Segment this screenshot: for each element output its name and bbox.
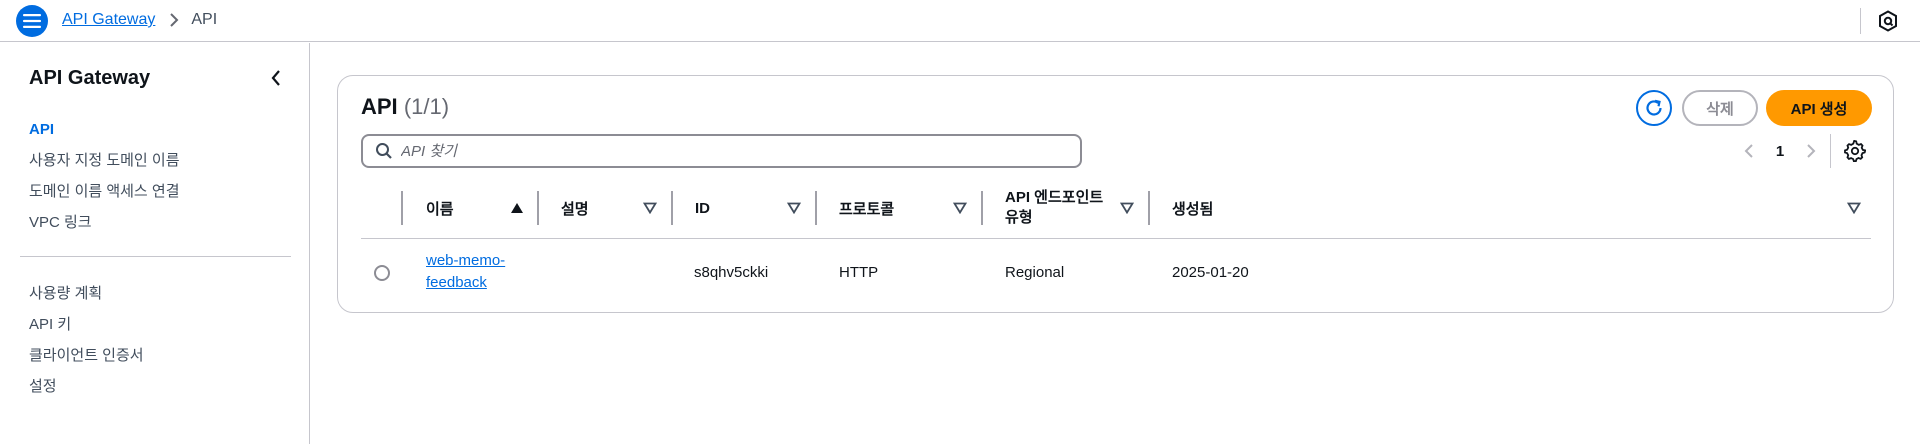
column-header-endpoint-type[interactable]: API 엔드포인트 유형 [1005, 177, 1115, 239]
row-select-radio[interactable] [374, 265, 390, 281]
item-count: (1/1) [403, 94, 450, 119]
top-navigation-bar: API Gateway API [0, 0, 1920, 42]
create-api-button[interactable]: API 생성 [1766, 90, 1872, 126]
hamburger-menu-icon[interactable] [16, 5, 48, 37]
notifications-hex-icon[interactable] [1876, 9, 1900, 33]
page-title-text: API [361, 94, 398, 119]
pagination: 1 [1738, 136, 1822, 166]
sidebar-item-settings[interactable]: 설정 [29, 371, 144, 402]
delete-button[interactable]: 삭제 [1682, 90, 1758, 126]
sidebar-item-vpc-links[interactable]: VPC 링크 [29, 207, 180, 238]
sidebar-item-client-certificates[interactable]: 클라이언트 인증서 [29, 340, 144, 371]
chevron-left-icon[interactable] [1738, 140, 1760, 162]
column-separator [1148, 191, 1150, 225]
column-separator [537, 191, 539, 225]
refresh-button[interactable] [1636, 90, 1672, 126]
api-table-container: API (1/1) 삭제 API 생성 1 [337, 75, 1894, 313]
column-header-id[interactable]: ID [695, 177, 710, 239]
sort-unsorted-icon[interactable] [787, 201, 801, 215]
sidebar-divider [20, 256, 291, 257]
column-separator [671, 191, 673, 225]
sidebar-title: API Gateway [29, 67, 151, 89]
chevron-right-icon [169, 13, 179, 27]
table-header: 이름 설명 ID 프로토콜 API 엔드포인트 유형 생성됨 [361, 177, 1871, 239]
sidebar-item-custom-domain-names[interactable]: 사용자 지정 도메인 이름 [29, 145, 180, 176]
sort-unsorted-icon[interactable] [643, 201, 657, 215]
sidebar-item-domain-name-access-associations[interactable]: 도메인 이름 액세스 연결 [29, 176, 180, 207]
sidebar: API Gateway API 사용자 지정 도메인 이름 도메인 이름 액세스… [0, 43, 310, 444]
sidebar-nav-primary: API 사용자 지정 도메인 이름 도메인 이름 액세스 연결 VPC 링크 [29, 114, 180, 238]
breadcrumb: API Gateway API [62, 11, 217, 29]
gear-icon[interactable] [1843, 139, 1867, 163]
column-separator [401, 191, 403, 225]
column-header-name[interactable]: 이름 [426, 177, 454, 239]
sort-unsorted-icon[interactable] [1847, 201, 1861, 215]
chevron-right-icon[interactable] [1800, 140, 1822, 162]
cell-protocol: HTTP [839, 263, 879, 281]
divider [1830, 134, 1831, 168]
sort-unsorted-icon[interactable] [1120, 201, 1134, 215]
sort-ascending-icon[interactable] [510, 201, 524, 215]
sort-unsorted-icon[interactable] [953, 201, 967, 215]
cell-endpoint-type: Regional [1005, 263, 1065, 281]
column-header-description[interactable]: 설명 [561, 177, 589, 239]
breadcrumb-current-api: API [191, 11, 218, 28]
api-name-link[interactable]: web-memo- [426, 250, 505, 272]
page-title: API (1/1) [361, 94, 449, 120]
cell-id: s8qhv5ckki [694, 263, 769, 281]
table-row[interactable]: web-memo- feedback s8qhv5ckki HTTP Regio… [361, 239, 1871, 305]
column-header-protocol[interactable]: 프로토콜 [839, 177, 894, 239]
search-box [361, 134, 1082, 168]
refresh-icon [1646, 99, 1662, 116]
sidebar-item-api[interactable]: API [29, 114, 180, 145]
breadcrumb-link-api-gateway[interactable]: API Gateway [62, 11, 155, 29]
column-separator [815, 191, 817, 225]
sidebar-item-usage-plans[interactable]: 사용량 계획 [29, 278, 144, 309]
sidebar-item-api-keys[interactable]: API 키 [29, 309, 144, 340]
api-name-link[interactable]: feedback [426, 272, 487, 294]
column-separator [981, 191, 983, 225]
search-input[interactable] [401, 142, 1061, 160]
cell-name: web-memo- feedback [426, 239, 505, 305]
column-header-created[interactable]: 생성됨 [1172, 177, 1213, 239]
chevron-left-icon[interactable] [266, 68, 286, 88]
cell-created: 2025-01-20 [1172, 263, 1249, 281]
search-icon [375, 142, 393, 160]
sidebar-nav-secondary: 사용량 계획 API 키 클라이언트 인증서 설정 [29, 278, 144, 402]
divider [1860, 8, 1861, 34]
page-number[interactable]: 1 [1760, 143, 1800, 160]
